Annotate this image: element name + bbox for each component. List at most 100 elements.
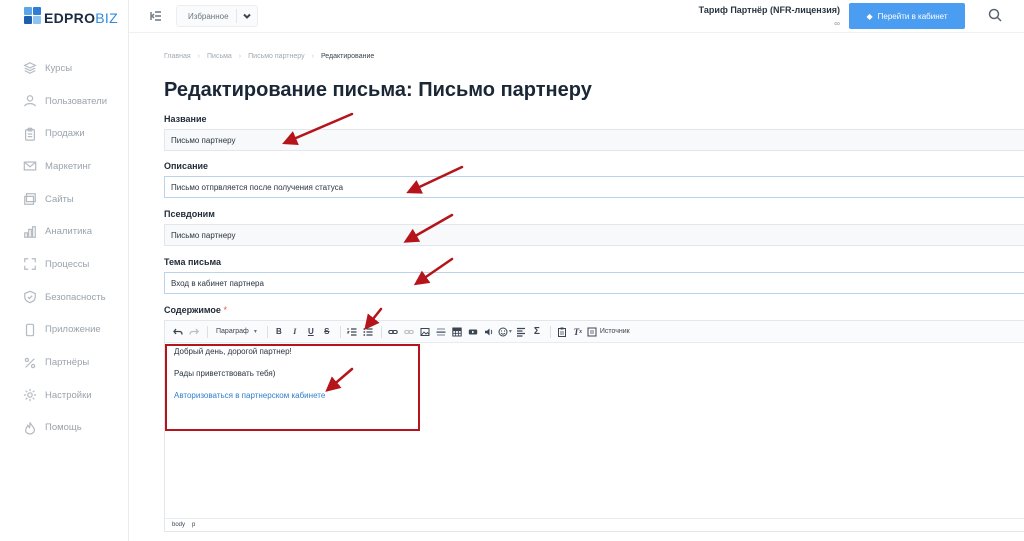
insert-table-button[interactable] xyxy=(450,324,464,340)
paragraph-format-select[interactable]: Параграф ▾ xyxy=(212,324,261,340)
unlink-icon xyxy=(404,329,414,334)
strikethrough-button[interactable]: S xyxy=(320,324,334,340)
bold-button[interactable]: B xyxy=(272,324,286,340)
flame-icon xyxy=(22,420,38,436)
sidebar-item-sales[interactable]: Продажи xyxy=(0,117,128,150)
clear-formatting-button[interactable]: Tx xyxy=(571,324,585,340)
sidebar-item-analytics[interactable]: Аналитика xyxy=(0,215,128,248)
favorites-dropdown[interactable]: Избранное xyxy=(176,5,258,27)
favorites-label: Избранное xyxy=(188,11,229,21)
sidebar-item-partners[interactable]: Партнёры xyxy=(0,346,128,379)
breadcrumb-item-home[interactable]: Главная xyxy=(164,53,191,60)
sidebar: EDPROBIZ Курсы Пользователи Продажи Марк… xyxy=(0,0,129,541)
annotation-highlight-box xyxy=(165,344,420,431)
unlink-button[interactable] xyxy=(402,324,416,340)
tariff-term: ∞ xyxy=(834,19,840,28)
source-label: Источник xyxy=(599,328,630,335)
image-icon xyxy=(420,327,430,336)
insert-image-button[interactable] xyxy=(418,324,432,340)
undo-icon xyxy=(173,328,183,335)
percent-icon xyxy=(22,355,38,371)
redo-button[interactable] xyxy=(187,324,201,340)
subject-label: Тема письма xyxy=(164,257,222,267)
sidebar-item-users[interactable]: Пользователи xyxy=(0,85,128,118)
undo-button[interactable] xyxy=(171,324,185,340)
align-button[interactable] xyxy=(514,324,528,340)
collapse-menu-icon xyxy=(150,11,161,21)
insert-link-button[interactable] xyxy=(386,324,400,340)
emoji-icon xyxy=(498,327,508,336)
breadcrumb-item-letter[interactable]: Письмо партнеру xyxy=(248,53,304,60)
breadcrumb-current: Редактирование xyxy=(320,53,375,60)
numbered-list-icon xyxy=(346,327,357,336)
graduation-cap-icon: ◆ xyxy=(866,11,873,21)
source-button[interactable]: Источник xyxy=(587,324,630,340)
sidebar-item-courses[interactable]: Курсы xyxy=(0,52,128,85)
sidebar-item-label: Настройки xyxy=(45,389,92,401)
sidebar-item-settings[interactable]: Настройки xyxy=(0,379,128,412)
sidebar-item-label: Пользователи xyxy=(45,95,108,107)
sidebar-item-sites[interactable]: Сайты xyxy=(0,183,128,216)
search-button[interactable] xyxy=(988,8,1004,24)
paste-text-button[interactable] xyxy=(555,324,569,340)
user-icon xyxy=(22,93,38,109)
alias-label: Псевдоним xyxy=(164,209,215,219)
name-label: Название xyxy=(164,114,207,124)
caret-down-icon: ▾ xyxy=(253,329,257,335)
sidebar-item-security[interactable]: Безопасность xyxy=(0,281,128,314)
tariff-info: Тариф Партнёр (NFR-лицензия) ∞ xyxy=(699,5,840,28)
bar-chart-icon xyxy=(22,224,38,240)
sidebar-item-label: Безопасность xyxy=(45,291,106,303)
sidebar-item-help[interactable]: Помощь xyxy=(0,412,128,445)
mail-icon xyxy=(22,158,38,174)
name-field[interactable] xyxy=(164,129,1024,151)
alias-field[interactable] xyxy=(164,224,1024,246)
audio-icon xyxy=(484,328,493,335)
sidebar-item-label: Курсы xyxy=(45,62,73,74)
italic-button[interactable]: I xyxy=(288,324,302,340)
page-title: Редактирование письма: Письмо партнеру xyxy=(164,79,592,101)
tariff-name: Тариф Партнёр (NFR-лицензия) xyxy=(698,5,840,15)
sidebar-item-label: Аналитика xyxy=(45,226,93,238)
go-to-cabinet-button[interactable]: ◆ Перейти в кабинет xyxy=(849,3,965,29)
special-characters-button[interactable]: Σ xyxy=(530,324,544,340)
breadcrumb-item-letters[interactable]: Письма xyxy=(207,53,232,60)
insert-audio-button[interactable] xyxy=(482,324,496,340)
chevron-down-icon[interactable] xyxy=(237,12,257,20)
editor-statusbar: body p xyxy=(165,518,1024,531)
subject-field[interactable] xyxy=(164,272,1024,294)
shield-icon xyxy=(22,289,38,305)
insert-video-button[interactable] xyxy=(466,324,480,340)
numbered-list-button[interactable] xyxy=(345,324,359,340)
description-field[interactable] xyxy=(164,176,1024,198)
browser-windows-icon xyxy=(22,191,38,207)
breadcrumb: Главная › Письма › Письмо партнеру › Редактиро… xyxy=(164,53,375,60)
content-label: Содержимое * xyxy=(164,305,227,315)
horizontal-rule-button[interactable] xyxy=(434,324,448,340)
underline-button[interactable]: U xyxy=(304,324,318,340)
sidebar-item-label: Маркетинг xyxy=(45,160,92,172)
sidebar-item-marketing[interactable]: Маркетинг xyxy=(0,150,128,183)
sidebar-item-processes[interactable]: Процессы xyxy=(0,248,128,281)
sidebar-item-label: Сайты xyxy=(45,193,74,205)
brand-logo[interactable]: EDPROBIZ xyxy=(24,7,118,25)
sidebar-item-label: Приложение xyxy=(45,324,101,336)
table-icon xyxy=(452,327,462,336)
status-path-body[interactable]: body xyxy=(172,522,185,528)
editor-toolbar: Параграф ▾ B I U S ▾ Σ Tx Источник xyxy=(165,321,1024,343)
bullet-list-button[interactable] xyxy=(361,324,375,340)
brand-name: EDPROBIZ xyxy=(44,10,118,26)
sidebar-nav: Курсы Пользователи Продажи Маркетинг Сай… xyxy=(0,52,128,444)
redo-icon xyxy=(189,328,199,335)
link-icon xyxy=(388,329,398,334)
logo-mark-icon xyxy=(24,7,42,25)
required-mark: * xyxy=(223,305,227,315)
status-path-p[interactable]: p xyxy=(192,522,195,528)
expand-icon xyxy=(22,256,38,272)
sidebar-toggle-button[interactable] xyxy=(145,6,167,26)
source-code-icon xyxy=(587,327,597,336)
emoji-button[interactable]: ▾ xyxy=(498,324,512,340)
video-icon xyxy=(468,329,478,334)
top-bar: Избранное Тариф Партнёр (NFR-лицензия) ∞… xyxy=(129,0,1024,33)
sidebar-item-app[interactable]: Приложение xyxy=(0,314,128,347)
